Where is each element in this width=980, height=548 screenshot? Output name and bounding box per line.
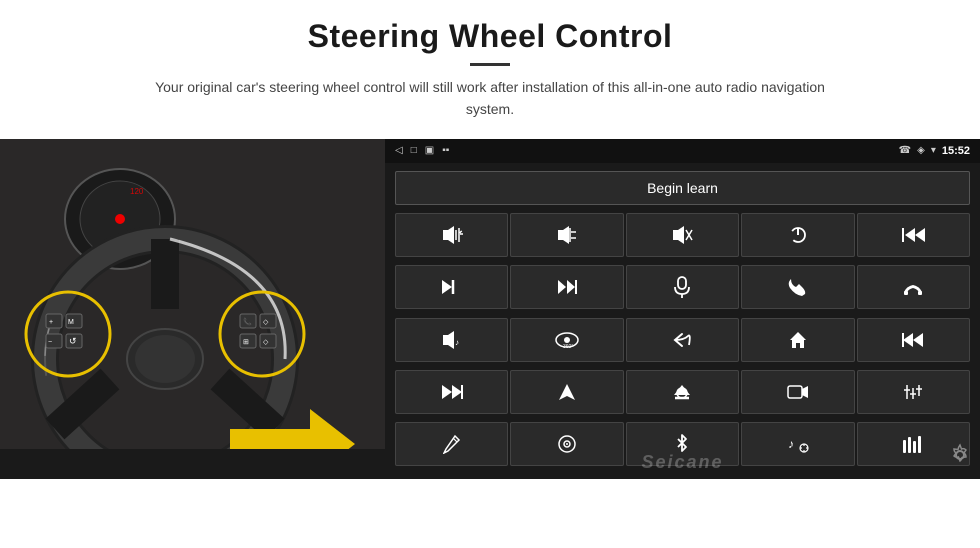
signal-bars-icon: ▪▪	[442, 145, 449, 156]
svg-text:360°: 360°	[563, 344, 573, 350]
subtitle: Your original car's steering wheel contr…	[140, 76, 840, 121]
home-screen-button[interactable]	[741, 318, 854, 362]
skip-fwd-button[interactable]	[510, 265, 623, 309]
svg-text:120: 120	[130, 187, 144, 196]
speaker-button[interactable]: ♪	[395, 318, 508, 362]
controls-grid: ♪ 360°	[385, 213, 980, 479]
photo-side: 120 km/h	[0, 139, 385, 479]
time-display: 15:52	[942, 145, 970, 157]
content-section: 120 km/h	[0, 139, 980, 548]
circle-menu-button[interactable]	[510, 422, 623, 466]
rewind-button[interactable]	[857, 318, 970, 362]
eject-button[interactable]	[626, 370, 739, 414]
android-side: ◁ □ ▣ ▪▪ ☎ ◈ ▾ 15:52 Begin learn	[385, 139, 980, 479]
next-track-button[interactable]	[395, 265, 508, 309]
svg-text:+: +	[49, 319, 53, 326]
back-nav-icon[interactable]: ◁	[395, 145, 403, 156]
svg-text:📞: 📞	[243, 317, 252, 326]
power-button[interactable]	[741, 213, 854, 257]
steering-wheel-bg: 120 km/h	[0, 139, 385, 479]
mute-button[interactable]	[626, 213, 739, 257]
page-wrapper: Steering Wheel Control Your original car…	[0, 0, 980, 548]
svg-text:↺: ↺	[69, 336, 77, 346]
svg-text:◇: ◇	[263, 339, 269, 346]
bluetooth-button[interactable]	[626, 422, 739, 466]
page-title: Steering Wheel Control	[60, 18, 920, 55]
call-end-prev-button[interactable]	[857, 213, 970, 257]
equalizer-button[interactable]	[857, 370, 970, 414]
pen-button[interactable]	[395, 422, 508, 466]
hang-up-button[interactable]	[857, 265, 970, 309]
title-divider	[470, 63, 510, 66]
home-nav-icon[interactable]: □	[411, 145, 417, 156]
header-section: Steering Wheel Control Your original car…	[0, 0, 980, 129]
phone-status-icon: ☎	[899, 145, 911, 156]
wifi-status-icon: ▾	[931, 145, 936, 156]
status-right: ☎ ◈ ▾ 15:52	[899, 145, 970, 157]
mic-button[interactable]	[626, 265, 739, 309]
svg-text:♪: ♪	[455, 338, 459, 347]
back-button[interactable]	[626, 318, 739, 362]
recent-nav-icon[interactable]: ▣	[425, 145, 434, 156]
status-bar: ◁ □ ▣ ▪▪ ☎ ◈ ▾ 15:52	[385, 139, 980, 163]
fast-fwd-button[interactable]	[395, 370, 508, 414]
svg-text:−: −	[48, 339, 52, 346]
status-left: ◁ □ ▣ ▪▪	[395, 145, 449, 156]
settings-gear-icon[interactable]	[948, 443, 972, 473]
location-status-icon: ◈	[917, 145, 925, 156]
music-settings-button[interactable]: ♪	[741, 422, 854, 466]
begin-learn-row: Begin learn	[385, 163, 980, 213]
svg-text:M: M	[68, 319, 74, 326]
begin-learn-button[interactable]: Begin learn	[395, 171, 970, 205]
camera-record-button[interactable]	[741, 370, 854, 414]
view-360-button[interactable]: 360°	[510, 318, 623, 362]
svg-text:⊞: ⊞	[243, 339, 249, 346]
vol-up-button[interactable]	[395, 213, 508, 257]
phone-call-button[interactable]	[741, 265, 854, 309]
vol-down-button[interactable]	[510, 213, 623, 257]
navigate-button[interactable]	[510, 370, 623, 414]
svg-text:◇: ◇	[263, 319, 269, 326]
svg-text:♪: ♪	[788, 437, 794, 451]
